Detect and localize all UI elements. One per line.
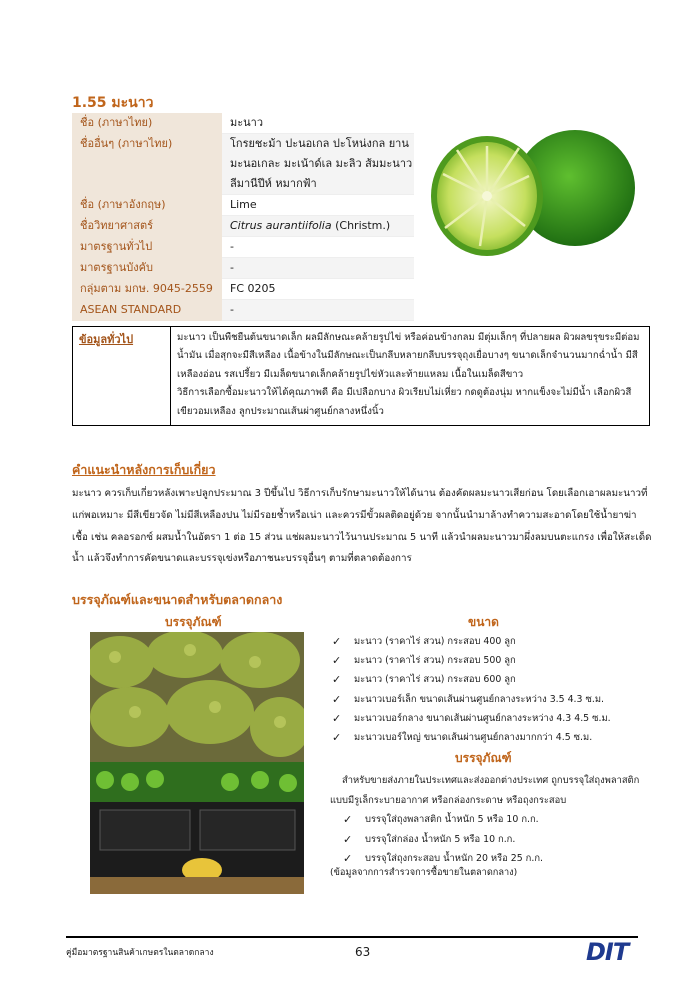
harvest-heading: คำแนะนำหลังการเก็บเกี่ยว xyxy=(72,462,216,477)
info-row: ชื่อวิทยาศาสตร์ Citrus aurantiifolia (Chr… xyxy=(72,216,414,237)
list-item: ✓ มะนาว (ราคาไร่ สวน) กระสอบ 500 ลูก xyxy=(332,651,652,670)
general-info-text: มะนาว เป็นพืชยืนต้นขนาดเล็ก ผลมีลักษณะคล… xyxy=(171,327,649,425)
info-row: ชื่อ (ภาษาไทย) มะนาว xyxy=(72,113,414,134)
logo-text: DIT xyxy=(586,938,629,966)
general-desc: มะนาว เป็นพืชยืนต้นขนาดเล็ก ผลมีลักษณะคล… xyxy=(177,332,640,380)
list-item-text: มะนาว (ราคาไร่ สวน) กระสอบ 400 ลูก xyxy=(354,636,516,647)
footer-divider xyxy=(66,936,638,938)
info-row: มาตรฐานบังคับ - xyxy=(72,258,414,279)
lime-image xyxy=(431,130,635,256)
packaging-heading: บรรจุภัณฑ์และขนาดสำหรับตลาดกลาง xyxy=(72,592,283,607)
info-value: - xyxy=(222,300,414,321)
check-icon: ✓ xyxy=(332,731,342,745)
info-table: ชื่อ (ภาษาไทย) มะนาว ชื่ออื่นๆ (ภาษาไทย) โก… xyxy=(72,113,414,321)
list-item-text: มะนาว (ราคาไร่ สวน) กระสอบ 600 ลูก xyxy=(354,674,516,686)
dit-logo: DIT xyxy=(586,938,629,966)
info-key: ชื่อ (ภาษาไทย) xyxy=(72,113,222,134)
info-row: ชื่อ (ภาษาอังกฤษ) Lime xyxy=(72,195,414,216)
harvest-text: มะนาว ควรเก็บเกี่ยวหลังเพาะปลูกประมาณ 3 … xyxy=(72,488,652,565)
check-icon: ✓ xyxy=(332,673,342,687)
info-key: มาตรฐานทั่วไป xyxy=(72,237,222,258)
info-value: Citrus aurantiifolia (Christm.) xyxy=(222,216,414,237)
info-row: ASEAN STANDARD - xyxy=(72,300,414,321)
list-item-text: มะนาวเบอร์กลาง ขนาดเส้นผ่านศูนย์กลางระหว… xyxy=(354,712,611,724)
footer-text: คู่มือมาตรฐานสินค้าเกษตรในตลาดกลาง xyxy=(66,948,214,958)
list-item: ✓ บรรจุใส่ถุงพลาสติก น้ำหนัก 5 หรือ 10 ก.… xyxy=(343,810,643,830)
list-item-text: มะนาวเบอร์เล็ก ขนาดเส้นผ่านศูนย์กลางระหว… xyxy=(354,693,604,705)
info-key: ASEAN STANDARD xyxy=(72,300,222,321)
info-value-rest: (Christm.) xyxy=(331,219,391,232)
info-key: มาตรฐานบังคับ xyxy=(72,258,222,279)
info-key: กลุ่มตาม มกษ. 9045-2559 xyxy=(72,279,222,300)
packaging-subheading: บรรจุภัณฑ์ xyxy=(455,751,512,765)
check-icon: ✓ xyxy=(343,832,353,846)
info-row: ชื่ออื่นๆ (ภาษาไทย) โกรยชะม้า ปะนอเกล ปะโ… xyxy=(72,134,414,195)
info-value: FC 0205 xyxy=(222,279,414,300)
packaging-photo xyxy=(90,632,304,894)
list-item-text: มะนาว (ราคาไร่ สวน) กระสอบ 500 ลูก xyxy=(354,655,516,667)
size-list: ✓ มะนาว (ราคาไร่ สวน) กระสอบ 400 ลูก ✓ มะนา… xyxy=(332,632,652,747)
list-item: ✓ มะนาว (ราคาไร่ สวน) กระสอบ 600 ลูก xyxy=(332,670,652,689)
general-info-label: ข้อมูลทั่วไป xyxy=(73,327,171,425)
list-item: ✓ บรรจุใส่กล่อง น้ำหนัก 5 หรือ 10 ก.ก. xyxy=(343,830,643,850)
list-item-text: บรรจุใส่ถุงพลาสติก น้ำหนัก 5 หรือ 10 ก.ก… xyxy=(365,814,539,825)
list-item: ✓ มะนาวเบอร์เล็ก ขนาดเส้นผ่านศูนย์กลางระห… xyxy=(332,690,652,709)
info-row: มาตรฐานทั่วไป - xyxy=(72,237,414,258)
packaging-image-heading: บรรจุภัณฑ์ xyxy=(165,615,222,629)
check-icon: ✓ xyxy=(343,813,353,826)
info-value: โกรยชะม้า ปะนอเกล ปะโหน่งกล ยาน มะนอเกละ… xyxy=(222,134,414,195)
packaging-list: ✓ บรรจุใส่ถุงพลาสติก น้ำหนัก 5 หรือ 10 ก.… xyxy=(343,810,643,869)
size-heading: ขนาด xyxy=(468,615,499,629)
packaging-text: สำหรับขายส่งภายในประเทศและส่งออกต่างประเ… xyxy=(330,775,640,806)
list-item-text: มะนาวเบอร์ใหญ่ ขนาดเส้นผ่านศูนย์กลางมากก… xyxy=(354,732,593,744)
list-item: ✓ มะนาวเบอร์กลาง ขนาดเส้นผ่านศูนย์กลางระห… xyxy=(332,709,652,728)
info-key: ชื่อวิทยาศาสตร์ xyxy=(72,216,222,237)
info-value-italic: Citrus aurantiifolia xyxy=(230,219,332,232)
list-item: ✓ มะนาวเบอร์ใหญ่ ขนาดเส้นผ่านศูนย์กลางมาก… xyxy=(332,728,652,747)
info-value: - xyxy=(222,258,414,279)
info-value: มะนาว xyxy=(222,113,414,134)
general-info-box: ข้อมูลทั่วไป มะนาว เป็นพืชยืนต้นขนาดเล็ก… xyxy=(72,326,650,426)
info-value: Lime xyxy=(222,195,414,216)
check-icon: ✓ xyxy=(332,654,342,668)
check-icon: ✓ xyxy=(332,711,342,725)
check-icon: ✓ xyxy=(332,635,342,648)
source-note: (ข้อมูลจากการสำรวจการซื้อขายในตลาดกลาง) xyxy=(330,867,518,878)
list-item: ✓ มะนาว (ราคาไร่ สวน) กระสอบ 400 ลูก xyxy=(332,632,652,651)
info-key: ชื่ออื่นๆ (ภาษาไทย) xyxy=(72,134,222,195)
check-icon: ✓ xyxy=(332,692,342,706)
general-buying-tip: วิธีการเลือกซื้อมะนาวให้ได้คุณภาพดี คือ … xyxy=(177,387,632,417)
list-item-text: บรรจุใส่กล่อง น้ำหนัก 5 หรือ 10 ก.ก. xyxy=(365,833,516,845)
info-row: กลุ่มตาม มกษ. 9045-2559 FC 0205 xyxy=(72,279,414,300)
info-key: ชื่อ (ภาษาอังกฤษ) xyxy=(72,195,222,216)
section-title: 1.55 มะนาว xyxy=(72,95,154,111)
info-value: - xyxy=(222,237,414,258)
page-number: 63 xyxy=(355,945,371,959)
